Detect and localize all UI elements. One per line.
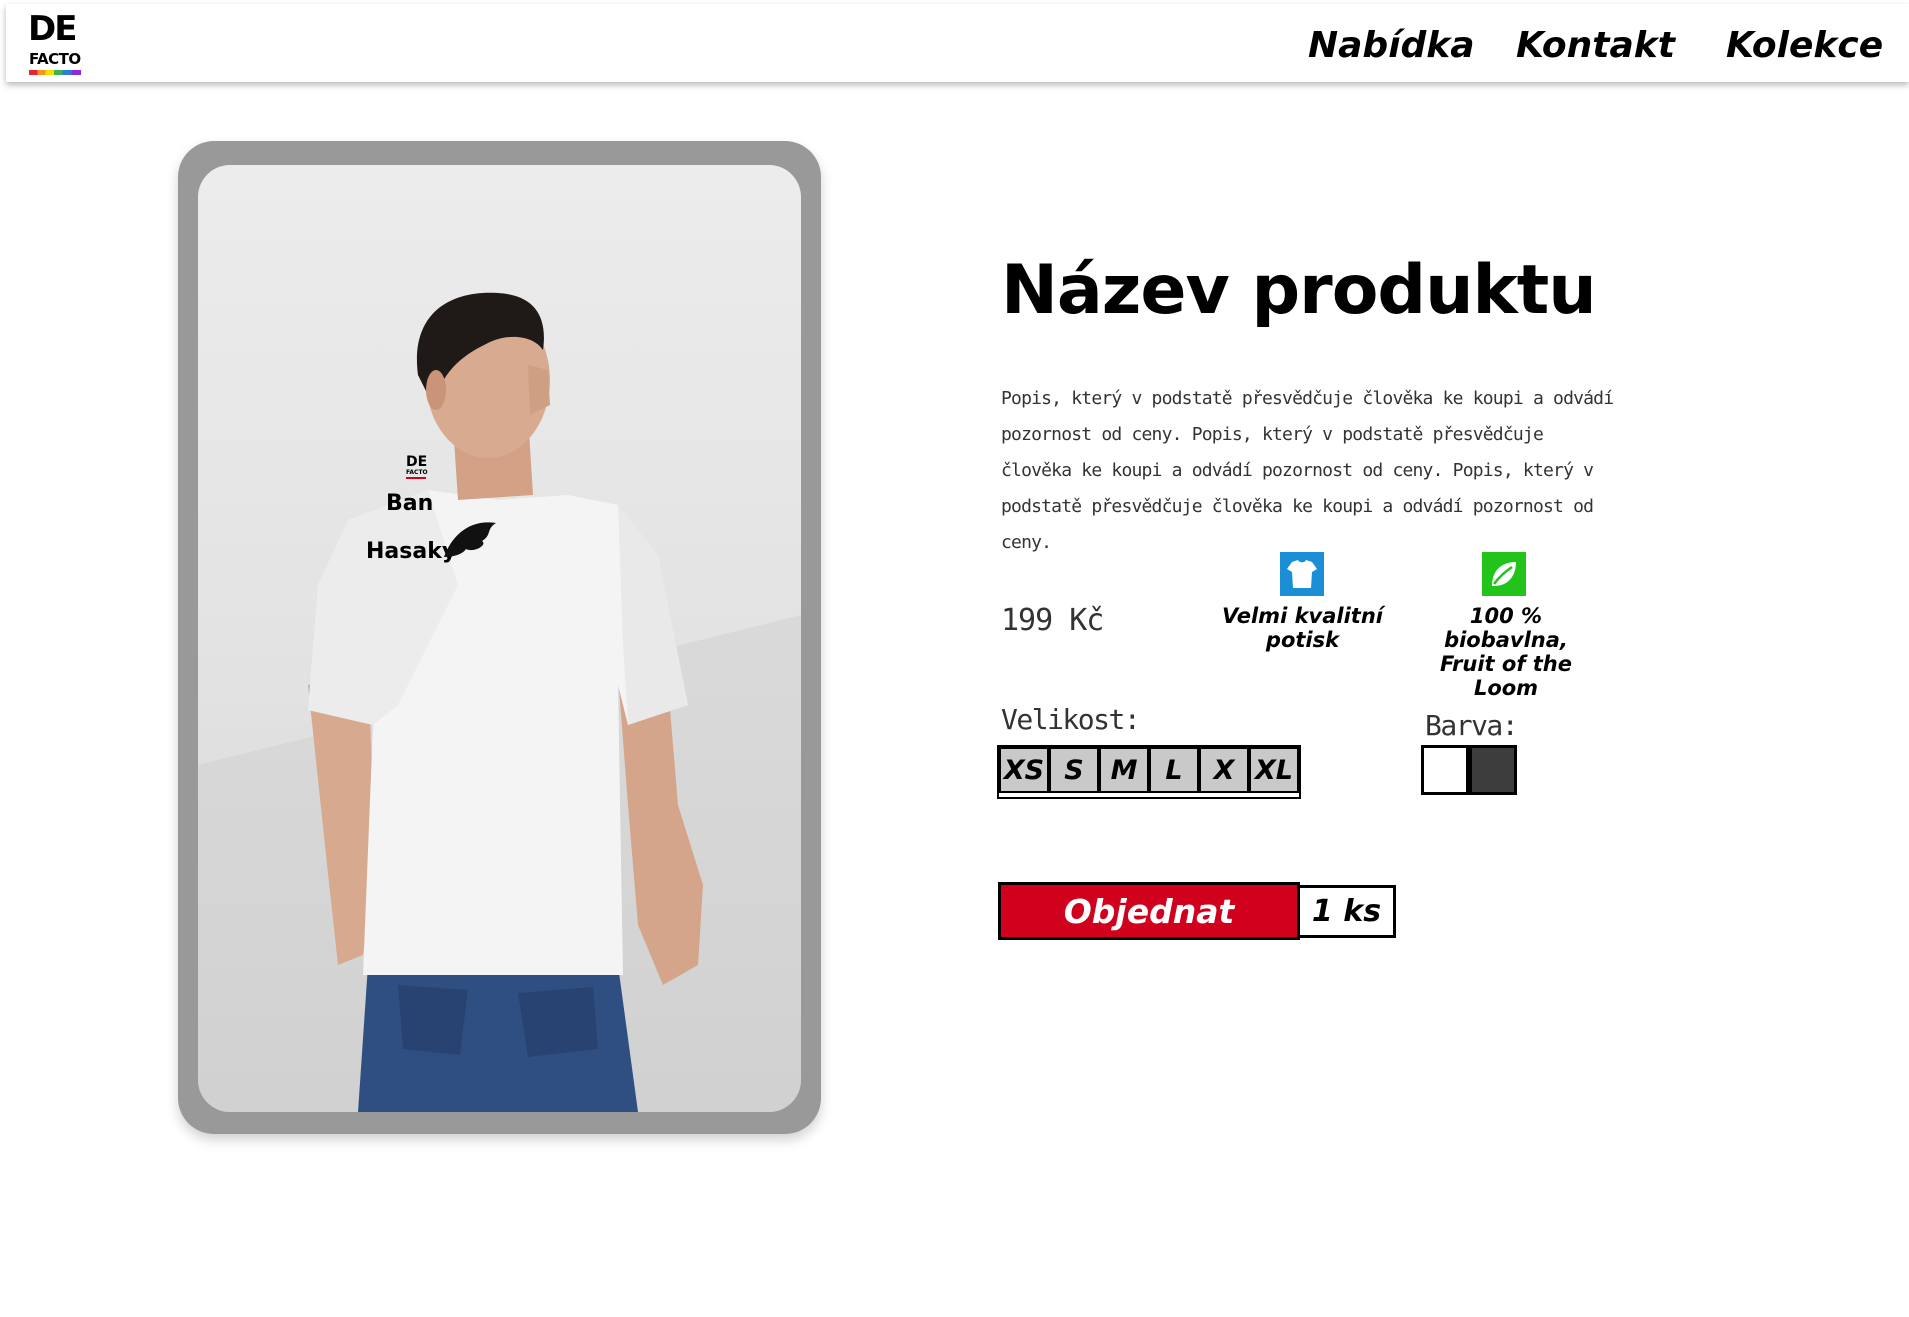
size-option-xs[interactable]: XS bbox=[999, 747, 1049, 793]
defacto-logo[interactable]: DE FACTO bbox=[28, 12, 88, 76]
color-swatch-dark-gray[interactable] bbox=[1469, 745, 1517, 795]
model-photo-illustration bbox=[198, 292, 801, 1112]
color-swatch-white[interactable] bbox=[1421, 745, 1469, 795]
feature-bio-cotton: 100 % biobavlna, Fruit of the Loom bbox=[1408, 552, 1604, 700]
size-option-xl[interactable]: XL bbox=[1249, 747, 1299, 793]
print-logo-top: DE bbox=[406, 454, 428, 470]
print-logo-bottom: FACTO bbox=[406, 469, 428, 476]
header: DE FACTO Nabídka Kontakt Kolekce bbox=[6, 4, 1909, 82]
logo-text-bottom: FACTO bbox=[29, 50, 81, 68]
quantity-input[interactable]: 1 ks bbox=[1300, 885, 1396, 938]
product-price: 199 Kč bbox=[1001, 603, 1104, 638]
print-text-ban: Ban bbox=[386, 491, 434, 516]
feature-print-quality: Velmi kvalitní potisk bbox=[1220, 552, 1385, 662]
logo-rainbow-bar bbox=[29, 70, 81, 75]
product-image-frame: DE FACTO Ban Hasaky bbox=[178, 141, 821, 1134]
feature-print-quality-text: Velmi kvalitní potisk bbox=[1222, 604, 1383, 652]
shirt-print: DE FACTO Ban Hasaky bbox=[348, 455, 528, 575]
logo-text-top: DE bbox=[28, 9, 77, 49]
nav-kontakt[interactable]: Kontakt bbox=[1516, 24, 1675, 68]
nav-kolekce[interactable]: Kolekce bbox=[1726, 24, 1883, 68]
tshirt-icon bbox=[1280, 552, 1324, 596]
product-description: Popis, který v podstatě přesvědčuje člov… bbox=[1001, 388, 1614, 553]
color-selector bbox=[1421, 745, 1517, 795]
size-label: Velikost: bbox=[1001, 703, 1141, 736]
order-button[interactable]: Objednat bbox=[998, 882, 1300, 940]
color-label: Barva: bbox=[1425, 709, 1519, 742]
feature-bio-cotton-text: 100 % biobavlna, Fruit of the Loom bbox=[1440, 604, 1572, 700]
product-title: Název produktu bbox=[1001, 251, 1597, 330]
size-selector: XS S M L X XL bbox=[997, 745, 1301, 799]
print-feather-graphic bbox=[444, 522, 496, 557]
print-logo-bar bbox=[406, 477, 426, 479]
size-option-l[interactable]: L bbox=[1149, 747, 1199, 793]
size-option-x[interactable]: X bbox=[1199, 747, 1249, 793]
size-option-m[interactable]: M bbox=[1099, 747, 1149, 793]
leaf-icon bbox=[1482, 552, 1526, 596]
product-photo: DE FACTO Ban Hasaky bbox=[198, 165, 801, 1112]
size-option-s[interactable]: S bbox=[1049, 747, 1099, 793]
nav-nabidka[interactable]: Nabídka bbox=[1308, 24, 1475, 68]
